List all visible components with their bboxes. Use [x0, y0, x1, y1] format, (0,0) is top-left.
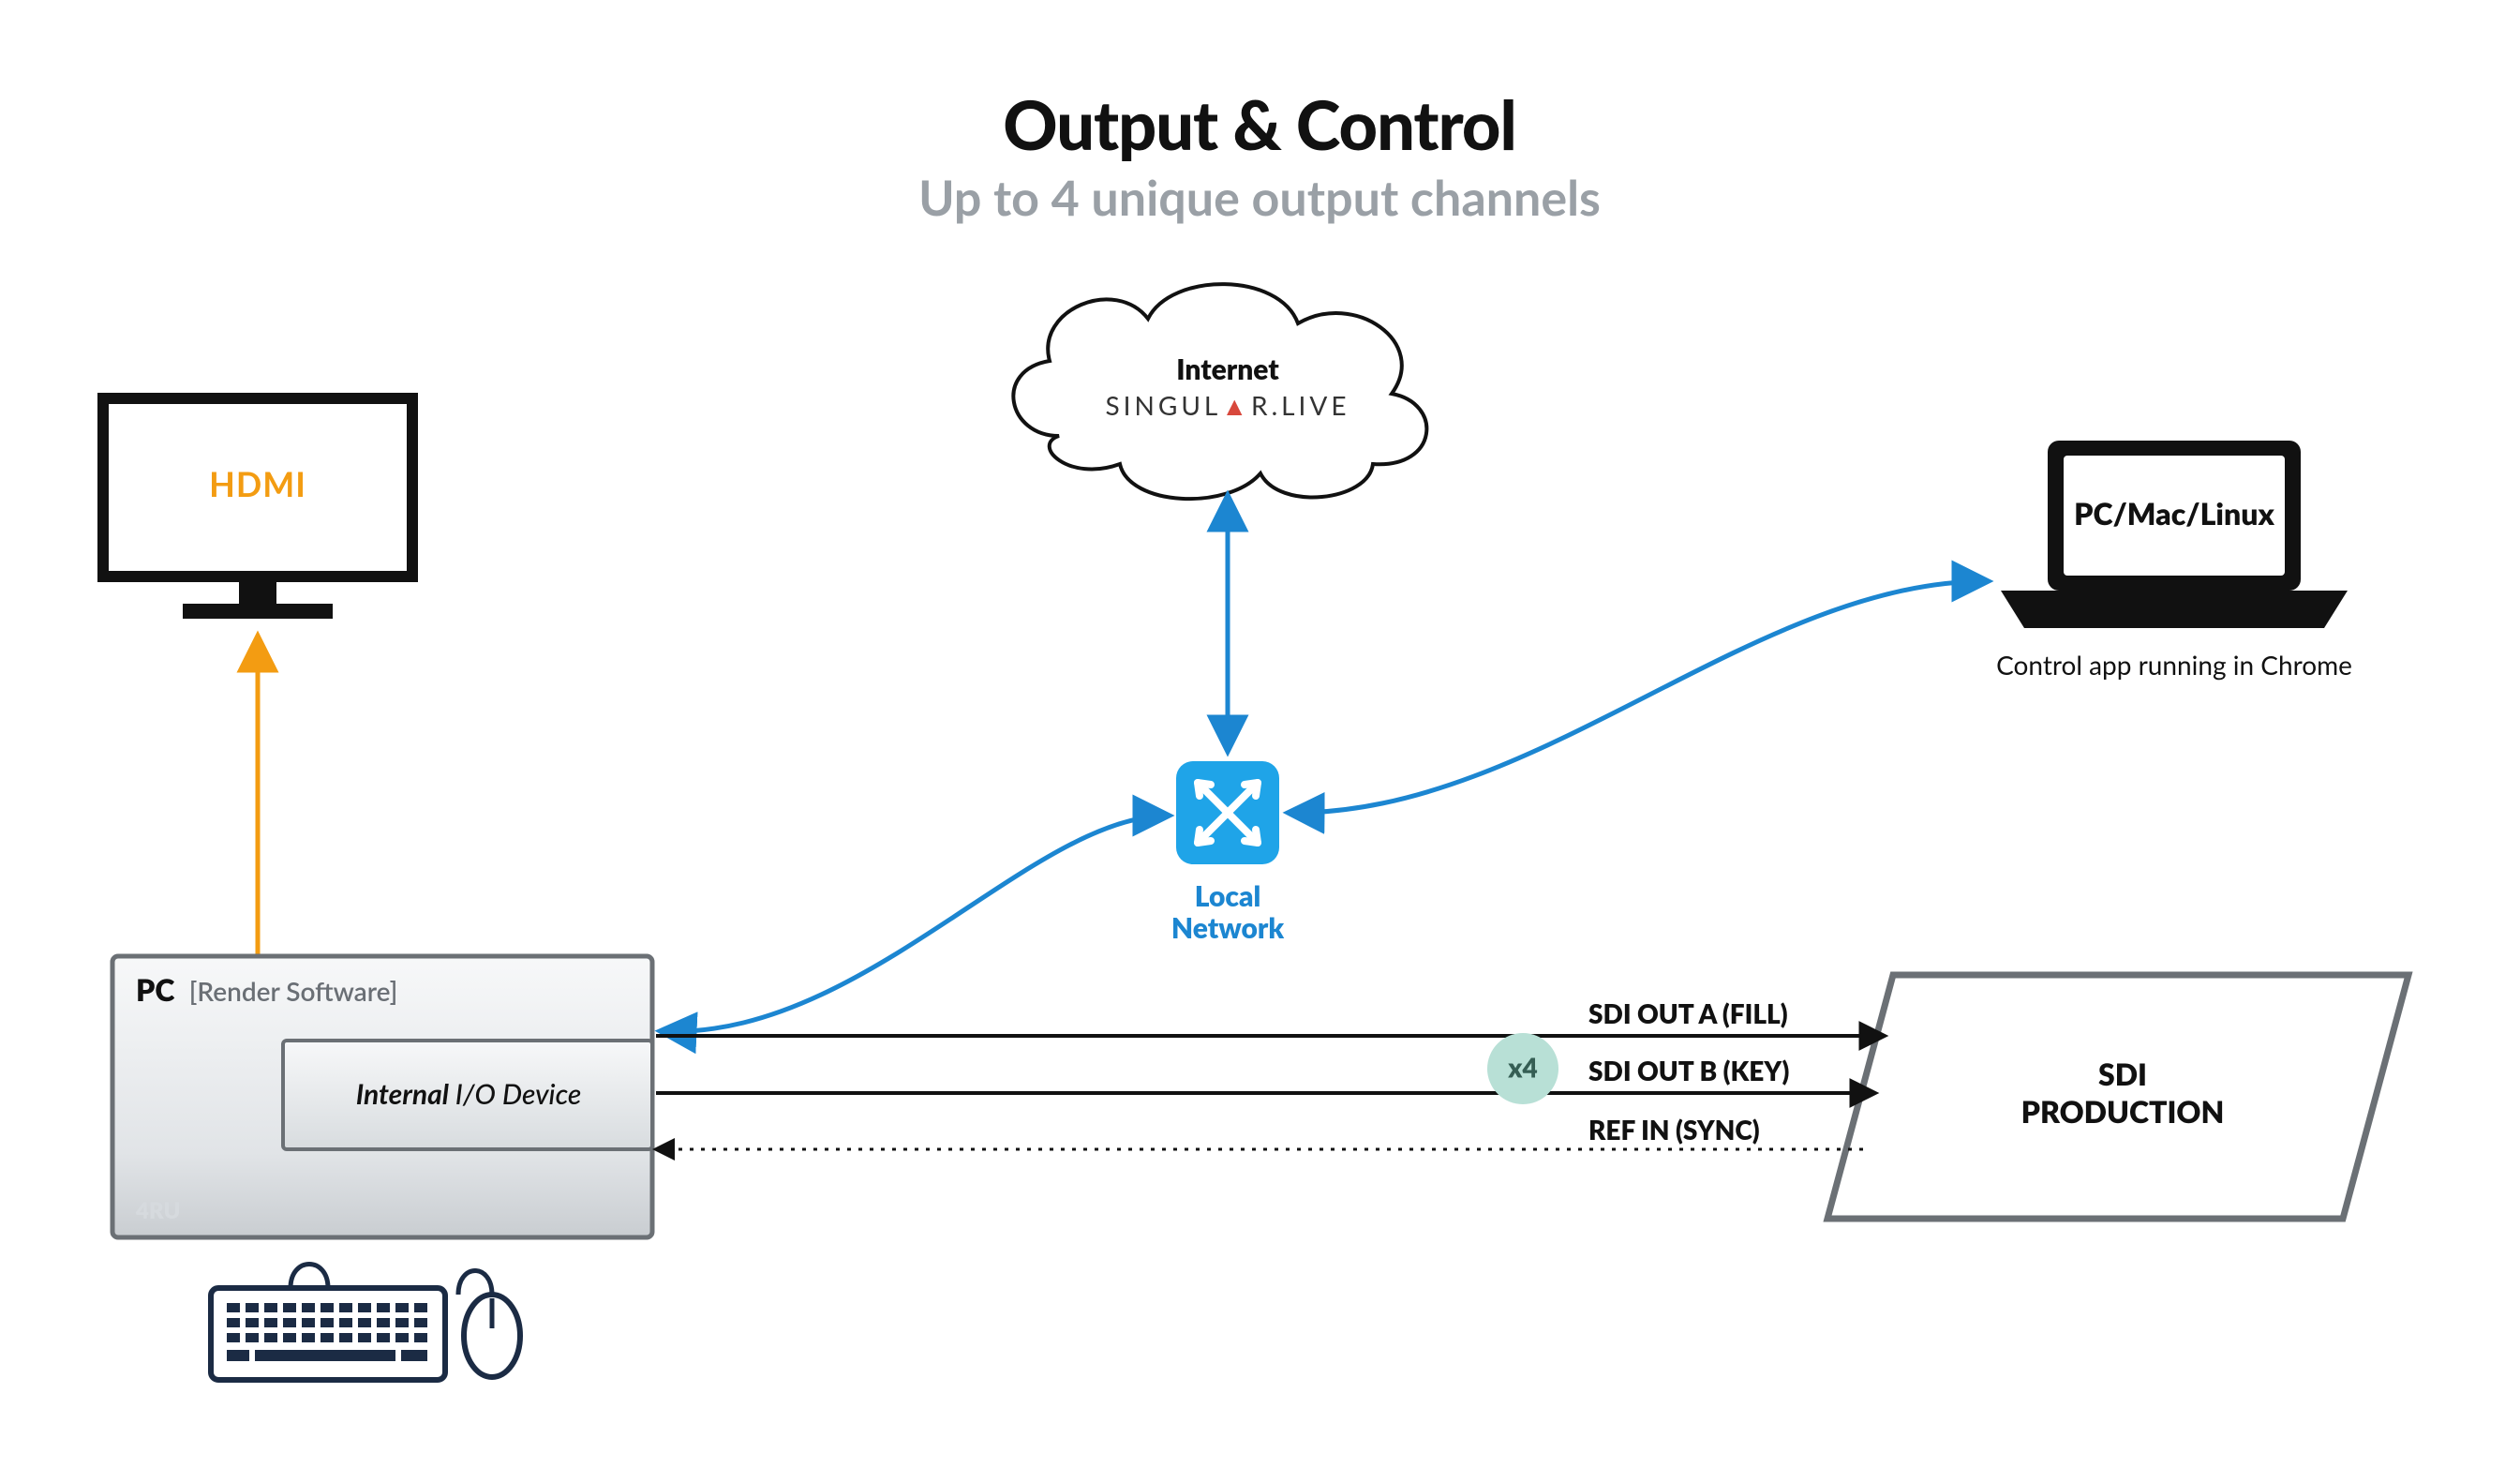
sdi-production-label-2: PRODUCTION [2021, 1093, 2225, 1130]
network-label-1: Local [1195, 879, 1261, 913]
sdi-production-label-1: SDI [2098, 1056, 2147, 1092]
pc-title: PC [Render Software] [136, 971, 397, 1008]
laptop-title: PC/Mac/Linux [2074, 495, 2274, 532]
diagram-title: Output & Control [1003, 84, 1516, 165]
pc-render-box: PC [Render Software] Internal I/O Device… [112, 956, 652, 1237]
keyboard-mouse [211, 1265, 520, 1381]
label-sdi-out-a: SDI OUT A (FILL) [1588, 997, 1788, 1029]
network-label-2: Network [1171, 911, 1284, 945]
hdmi-monitor: HDMI [103, 398, 412, 619]
label-ref-in: REF IN (SYNC) [1588, 1114, 1760, 1146]
x4-badge: x4 [1487, 1033, 1558, 1104]
link-pc-network [662, 816, 1168, 1031]
io-device-label: Internal I/O Device [356, 1077, 582, 1111]
diagram-root: Output & Control Up to 4 unique output c… [0, 0, 2520, 1468]
cloud-internet: Internet SINGUL▲R.LIVE [1013, 284, 1426, 499]
local-network-node: Local Network [1171, 761, 1284, 945]
hdmi-label: HDMI [209, 463, 306, 504]
label-sdi-out-b: SDI OUT B (KEY) [1588, 1055, 1789, 1086]
svg-text:x4: x4 [1507, 1051, 1537, 1083]
cloud-title: Internet [1176, 352, 1279, 386]
laptop-caption: Control app running in Chrome [1996, 649, 2352, 681]
pc-footer: 4RU [135, 1197, 181, 1224]
control-laptop: PC/Mac/Linux Control app running in Chro… [1996, 441, 2352, 681]
link-network-laptop [1290, 581, 1987, 813]
sdi-production-box: SDI PRODUCTION [1827, 975, 2408, 1219]
diagram-subtitle: Up to 4 unique output channels [918, 169, 1601, 227]
cloud-brand: SINGUL▲R.LIVE [1105, 389, 1349, 421]
